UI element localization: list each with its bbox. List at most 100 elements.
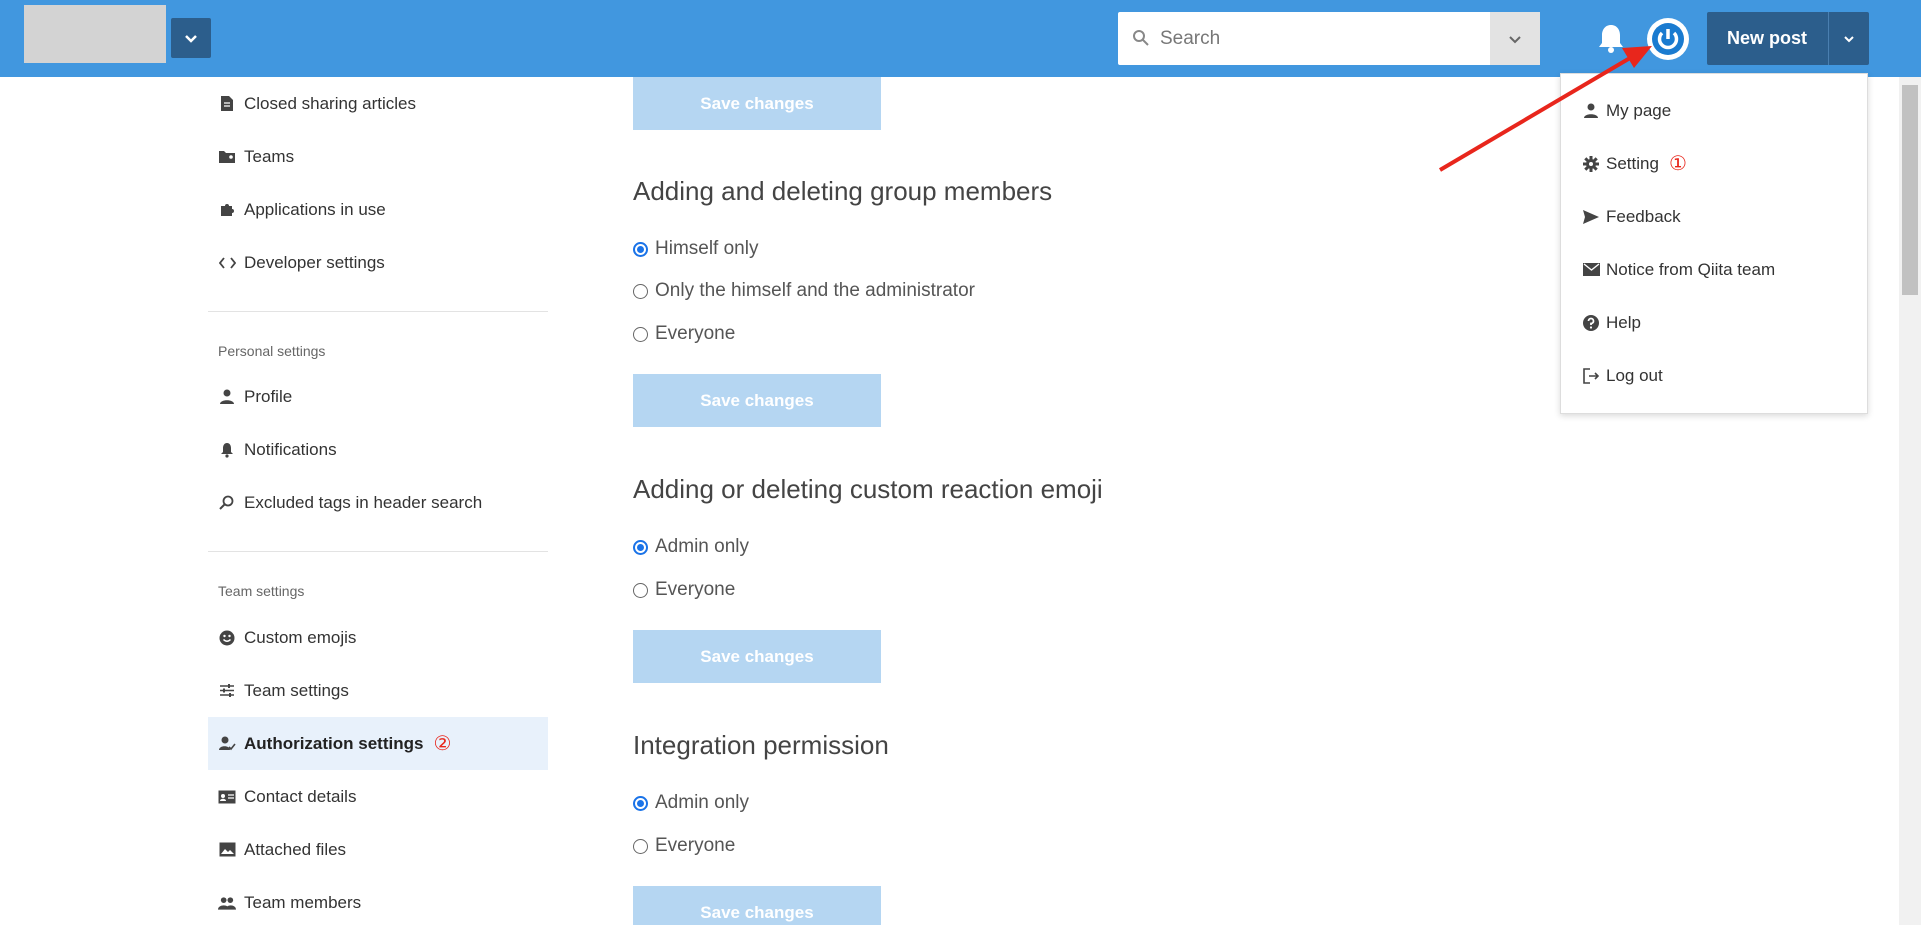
chevron-down-icon	[1844, 35, 1854, 42]
sidebar-item-contact-details[interactable]: Contact details	[208, 770, 548, 823]
radio-option[interactable]: Only the himself and the administrator	[633, 280, 975, 302]
radio-button[interactable]	[633, 838, 648, 854]
radio-option[interactable]: Everyone	[633, 579, 735, 601]
menu-item-log-out[interactable]: Log out	[1561, 349, 1867, 402]
radio-button-selected[interactable]	[633, 539, 648, 555]
notifications-bell-icon[interactable]	[1596, 22, 1626, 54]
sidebar-item-developer-settings[interactable]: Developer settings	[208, 236, 548, 289]
mail-icon	[1582, 261, 1600, 279]
user-dropdown-menu: My page Setting ① Feedback Notice from Q…	[1560, 73, 1868, 414]
search-box[interactable]: Search	[1118, 12, 1540, 65]
radio-label: Admin only	[655, 792, 749, 813]
menu-item-setting[interactable]: Setting ①	[1561, 137, 1867, 190]
sidebar-item-label: Team members	[244, 892, 362, 912]
radio-option[interactable]: Admin only	[633, 536, 749, 558]
sidebar-item-profile[interactable]: Profile	[208, 370, 548, 423]
sidebar-item-attached-files[interactable]: Attached files	[208, 823, 548, 876]
radio-button[interactable]	[633, 283, 648, 299]
section-title: Integration permission	[633, 730, 889, 760]
sidebar-item-label: Applications in use	[244, 199, 386, 219]
radio-option[interactable]: Everyone	[633, 323, 735, 345]
search-options-dropdown[interactable]	[1490, 12, 1540, 65]
logout-icon	[1582, 367, 1600, 385]
sidebar-item-applications[interactable]: Applications in use	[208, 183, 548, 236]
menu-item-label: Help	[1606, 312, 1641, 332]
top-header: Search New post	[0, 0, 1921, 77]
new-post-button-group: New post	[1707, 12, 1869, 65]
sidebar-heading-team: Team settings	[218, 583, 305, 599]
sidebar-item-notifications[interactable]: Notifications	[208, 423, 548, 476]
people-icon	[218, 894, 236, 912]
menu-item-my-page[interactable]: My page	[1561, 84, 1867, 137]
sidebar-heading-personal: Personal settings	[218, 343, 326, 359]
menu-item-label: Setting	[1606, 153, 1659, 173]
menu-item-label: Feedback	[1606, 206, 1681, 226]
radio-option[interactable]: Everyone	[633, 835, 735, 857]
save-changes-button[interactable]: Save changes	[633, 630, 881, 683]
sidebar-item-authorization-settings[interactable]: Authorization settings ②	[208, 717, 548, 770]
menu-item-help[interactable]: Help	[1561, 296, 1867, 349]
team-switcher-dropdown[interactable]	[171, 18, 211, 58]
sidebar-item-label: Developer settings	[244, 252, 385, 272]
menu-item-label: My page	[1606, 100, 1672, 120]
help-icon	[1582, 314, 1600, 332]
radio-label: Himself only	[655, 238, 759, 259]
sidebar-item-label: Contact details	[244, 786, 357, 806]
user-check-icon	[218, 735, 236, 753]
radio-button[interactable]	[633, 582, 648, 598]
menu-item-feedback[interactable]: Feedback	[1561, 190, 1867, 243]
menu-item-label: Notice from Qiita team	[1606, 259, 1776, 279]
radio-option[interactable]: Himself only	[633, 238, 758, 260]
sidebar-item-team-settings[interactable]: Team settings	[208, 664, 548, 717]
sidebar-item-closed-sharing-articles[interactable]: Closed sharing articles	[208, 77, 548, 130]
radio-button-selected[interactable]	[633, 795, 648, 811]
sidebar-item-label: Custom emojis	[244, 627, 357, 647]
chevron-down-icon	[185, 35, 197, 43]
sidebar-item-label: Excluded tags in header search	[244, 492, 483, 512]
sidebar-item-teams[interactable]: Teams	[208, 130, 548, 183]
sidebar-item-label: Team settings	[244, 680, 349, 700]
menu-item-label: Log out	[1606, 365, 1663, 385]
radio-button-selected[interactable]	[633, 241, 648, 257]
radio-option[interactable]: Admin only	[633, 792, 749, 814]
radio-label: Only the himself and the administrator	[655, 280, 975, 301]
send-icon	[1582, 208, 1600, 226]
contact-card-icon	[218, 788, 236, 806]
save-changes-button[interactable]: Save changes	[633, 77, 881, 130]
sidebar-item-label: Attached files	[244, 839, 347, 859]
sidebar-divider	[208, 311, 548, 312]
new-post-dropdown[interactable]	[1829, 12, 1869, 65]
gear-icon	[1582, 155, 1600, 173]
sidebar-item-team-members[interactable]: Team members	[208, 876, 548, 925]
avatar-power-icon	[1652, 23, 1684, 55]
sliders-icon	[218, 682, 236, 700]
team-logo[interactable]	[24, 5, 166, 63]
code-icon	[218, 254, 236, 272]
search-input[interactable]: Search	[1160, 28, 1220, 50]
sidebar-item-excluded-tags[interactable]: Excluded tags in header search	[208, 476, 548, 529]
document-icon	[218, 95, 236, 113]
radio-label: Everyone	[655, 323, 736, 344]
save-changes-button[interactable]: Save changes	[633, 374, 881, 427]
sidebar-item-label: Authorization settings	[244, 733, 424, 753]
radio-label: Everyone	[655, 835, 736, 856]
scrollbar-thumb[interactable]	[1902, 85, 1918, 295]
sidebar-item-custom-emojis[interactable]: Custom emojis	[208, 611, 548, 664]
save-changes-button[interactable]: Save changes	[633, 886, 881, 925]
chevron-down-icon	[1509, 35, 1521, 43]
tag-search-icon	[218, 494, 236, 512]
folder-team-icon	[218, 148, 236, 166]
menu-item-notice[interactable]: Notice from Qiita team	[1561, 243, 1867, 296]
new-post-button[interactable]: New post	[1707, 12, 1827, 65]
image-icon	[218, 841, 236, 859]
radio-label: Everyone	[655, 579, 736, 600]
radio-button[interactable]	[633, 326, 648, 342]
sidebar-item-label: Profile	[244, 386, 293, 406]
user-avatar[interactable]	[1647, 18, 1689, 60]
search-icon	[1133, 30, 1149, 46]
person-icon	[218, 388, 236, 406]
section-title: Adding and deleting group members	[633, 176, 1053, 206]
sidebar-item-label: Notifications	[244, 439, 337, 459]
section-title: Adding or deleting custom reaction emoji	[633, 474, 1103, 504]
sidebar-divider	[208, 551, 548, 552]
